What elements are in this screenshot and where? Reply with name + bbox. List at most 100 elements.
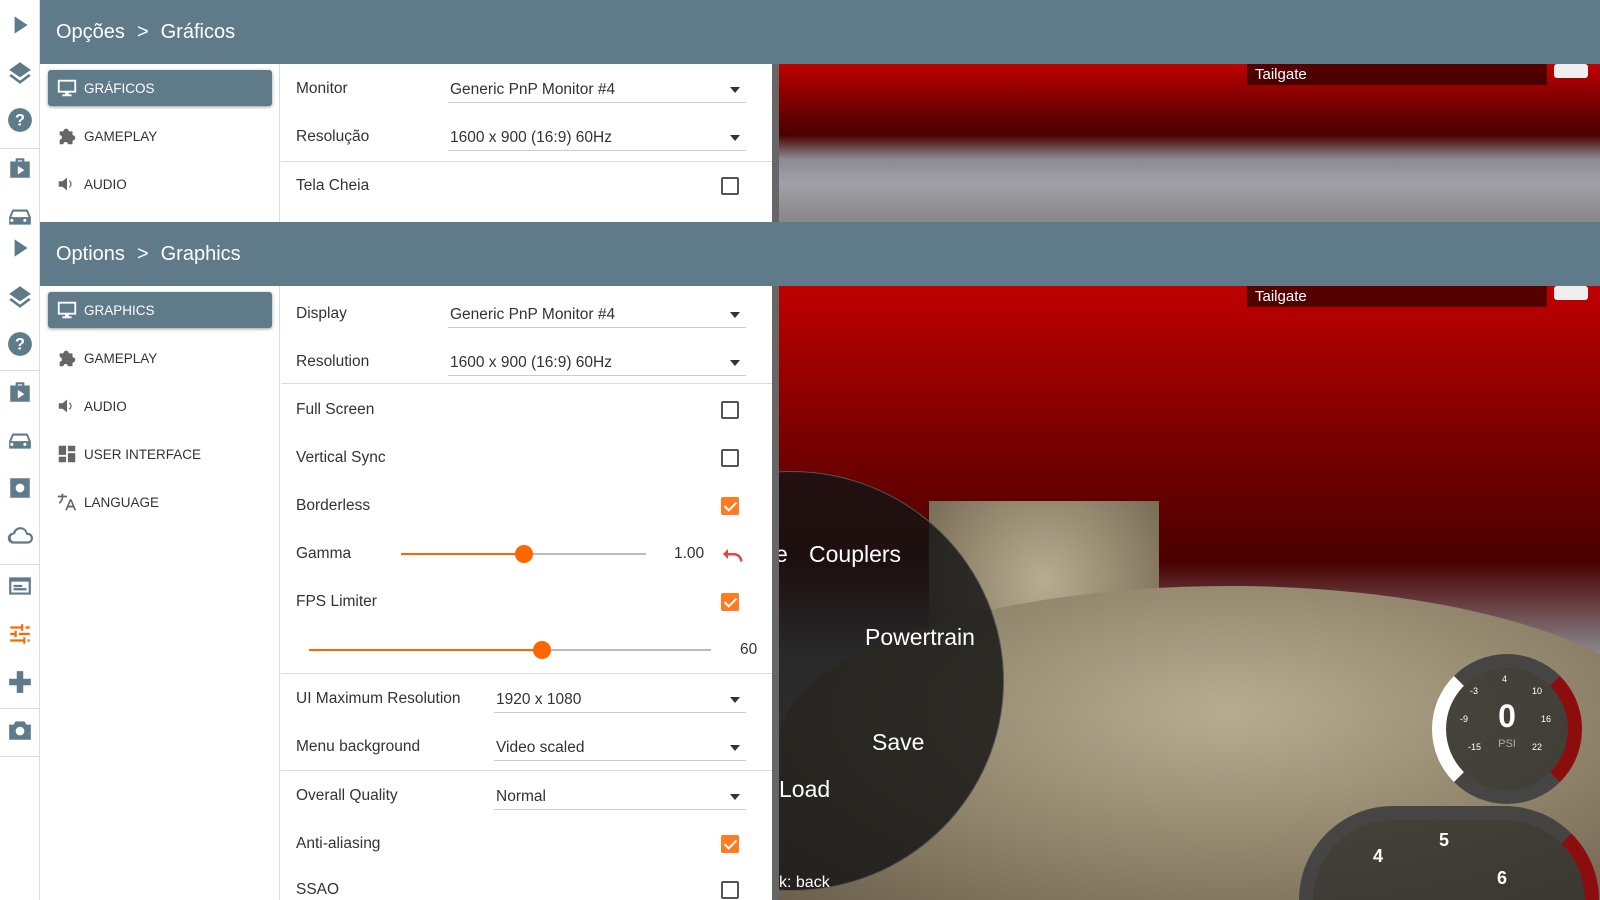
setting-menu-background: Menu background Video scaled [281, 723, 772, 771]
monitor-icon [57, 79, 77, 97]
sidebar-item-label: GRAPHICS [84, 302, 155, 318]
setting-label: Full Screen [296, 401, 375, 418]
layers-icon[interactable] [0, 52, 40, 92]
speaker-icon [58, 177, 72, 191]
sidebar-item-gameplay[interactable]: GAMEPLAY [48, 118, 272, 154]
tach-tick: 6 [1497, 868, 1508, 888]
help-icon[interactable]: ? [0, 324, 40, 364]
layers-icon[interactable] [0, 276, 40, 316]
setting-label: Monitor [296, 80, 348, 97]
chevron-down-icon [730, 794, 740, 800]
chevron-down-icon [730, 312, 740, 318]
scrollbar[interactable] [772, 64, 779, 222]
gamepad-icon[interactable] [0, 662, 40, 702]
game-viewport: Tailgate e Couplers Powertrain Save Load… [779, 286, 1600, 900]
gauge-tick: 10 [1532, 686, 1543, 696]
slider-thumb[interactable] [533, 641, 552, 659]
play-icon[interactable] [0, 228, 40, 268]
fps-value: 60 [740, 641, 758, 658]
translate-icon [57, 493, 77, 511]
sidebar-item-label: GRÁFICOS [84, 80, 155, 96]
setting-label: Anti-aliasing [296, 835, 381, 852]
breadcrumb-options[interactable]: Opções [56, 21, 125, 44]
sidebar-item-graficos[interactable]: GRÁFICOS [48, 70, 272, 106]
gamma-slider[interactable] [401, 545, 646, 563]
reset-icon[interactable] [722, 545, 744, 563]
breadcrumb: Options > Graphics [40, 222, 1600, 286]
sidebar-item-gameplay[interactable]: GAMEPLAY [48, 340, 272, 376]
radial-item-save[interactable]: Save [872, 729, 924, 756]
tachometer: 4 5 6 [1299, 806, 1599, 900]
quality-dropdown[interactable]: Normal [494, 784, 746, 810]
borderless-checkbox[interactable] [721, 497, 739, 515]
setting-fullscreen: Tela Cheia [281, 162, 772, 210]
setting-label: FPS Limiter [296, 593, 377, 610]
breadcrumb-options[interactable]: Options [56, 243, 125, 266]
dashboard-icon[interactable] [0, 566, 40, 606]
setting-anti-aliasing: Anti-aliasing [281, 820, 772, 868]
sidebar-item-label: USER INTERFACE [84, 446, 202, 462]
breadcrumb: Opções > Gráficos [40, 0, 1600, 64]
setting-label: Display [296, 305, 347, 322]
svg-text:?: ? [15, 335, 25, 353]
resolution-dropdown[interactable]: 1600 x 900 (16:9) 60Hz [448, 350, 746, 376]
radial-item-powertrain[interactable]: Powertrain [865, 624, 975, 651]
resolution-dropdown[interactable]: 1600 x 900 (16:9) 60Hz [448, 125, 746, 151]
sidebar-item-audio[interactable]: AUDIO [48, 388, 272, 424]
ui-resolution-dropdown[interactable]: 1920 x 1080 [494, 687, 746, 713]
display-dropdown[interactable]: Generic PnP Monitor #4 [448, 302, 746, 328]
setting-display: Display Generic PnP Monitor #4 [281, 290, 772, 338]
gauge-tick: 4 [1502, 674, 1508, 684]
sidebar-item-user-interface[interactable]: USER INTERFACE [48, 436, 272, 472]
car-icon[interactable] [0, 420, 40, 460]
setting-vsync: Vertical Sync [281, 434, 772, 482]
fps-limiter-checkbox[interactable] [721, 593, 739, 611]
fullscreen-checkbox[interactable] [721, 401, 739, 419]
ssao-checkbox[interactable] [721, 881, 739, 899]
setting-gamma: Gamma 1.00 [281, 530, 772, 578]
settings-panel-top: Monitor Generic PnP Monitor #4 Resolução… [281, 64, 772, 222]
dashboard-icon [58, 445, 76, 463]
menu-background-dropdown[interactable]: Video scaled [494, 735, 746, 761]
sliders-icon[interactable] [0, 614, 40, 654]
sidebar-item-audio[interactable]: AUDIO [48, 166, 272, 202]
gauge-tick: -15 [1468, 742, 1482, 752]
setting-resolution: Resolution 1600 x 900 (16:9) 60Hz [281, 338, 772, 386]
setting-label: Borderless [296, 497, 371, 514]
scrollbar[interactable] [772, 286, 779, 900]
fps-slider[interactable] [309, 641, 711, 659]
slider-thumb[interactable] [514, 545, 533, 563]
radial-item[interactable]: e [779, 541, 788, 568]
camera-icon[interactable] [0, 710, 40, 750]
cloud-icon[interactable] [0, 516, 40, 556]
radial-item-couplers[interactable]: Couplers [809, 541, 901, 568]
gauge-tick: -9 [1460, 714, 1469, 724]
anti-aliasing-checkbox[interactable] [721, 835, 739, 853]
sidebar-item-label: GAMEPLAY [84, 350, 158, 366]
monitor-dropdown[interactable]: Generic PnP Monitor #4 [448, 77, 746, 103]
vsync-checkbox[interactable] [721, 449, 739, 467]
missions-icon[interactable] [0, 372, 40, 412]
tach-tick: 5 [1439, 830, 1450, 850]
gauge-tick: 22 [1532, 742, 1543, 752]
play-icon[interactable] [0, 5, 40, 45]
radial-item-load[interactable]: Load [779, 776, 830, 803]
setting-fullscreen: Full Screen [281, 386, 772, 434]
gear-icon[interactable] [0, 468, 40, 508]
help-icon[interactable]: ? [0, 100, 40, 140]
gauge-tick: 16 [1541, 714, 1552, 724]
sidebar-item-language[interactable]: LANGUAGE [48, 484, 272, 520]
speaker-icon [58, 399, 72, 413]
vehicle-tag: Tailgate [1247, 286, 1547, 307]
missions-icon[interactable] [0, 148, 40, 188]
puzzle-icon [59, 350, 76, 367]
sidebar-item-graphics[interactable]: GRAPHICS [48, 292, 272, 328]
setting-overall-quality: Overall Quality Normal [281, 772, 772, 820]
settings-panel: Display Generic PnP Monitor #4 Resolutio… [281, 286, 772, 900]
breadcrumb-graphics: Graphics [160, 242, 241, 265]
chevron-down-icon [730, 745, 740, 751]
chevron-down-icon [730, 87, 740, 93]
puzzle-icon [59, 128, 76, 145]
setting-label: Vertical Sync [296, 449, 386, 466]
fullscreen-checkbox[interactable] [721, 177, 739, 195]
